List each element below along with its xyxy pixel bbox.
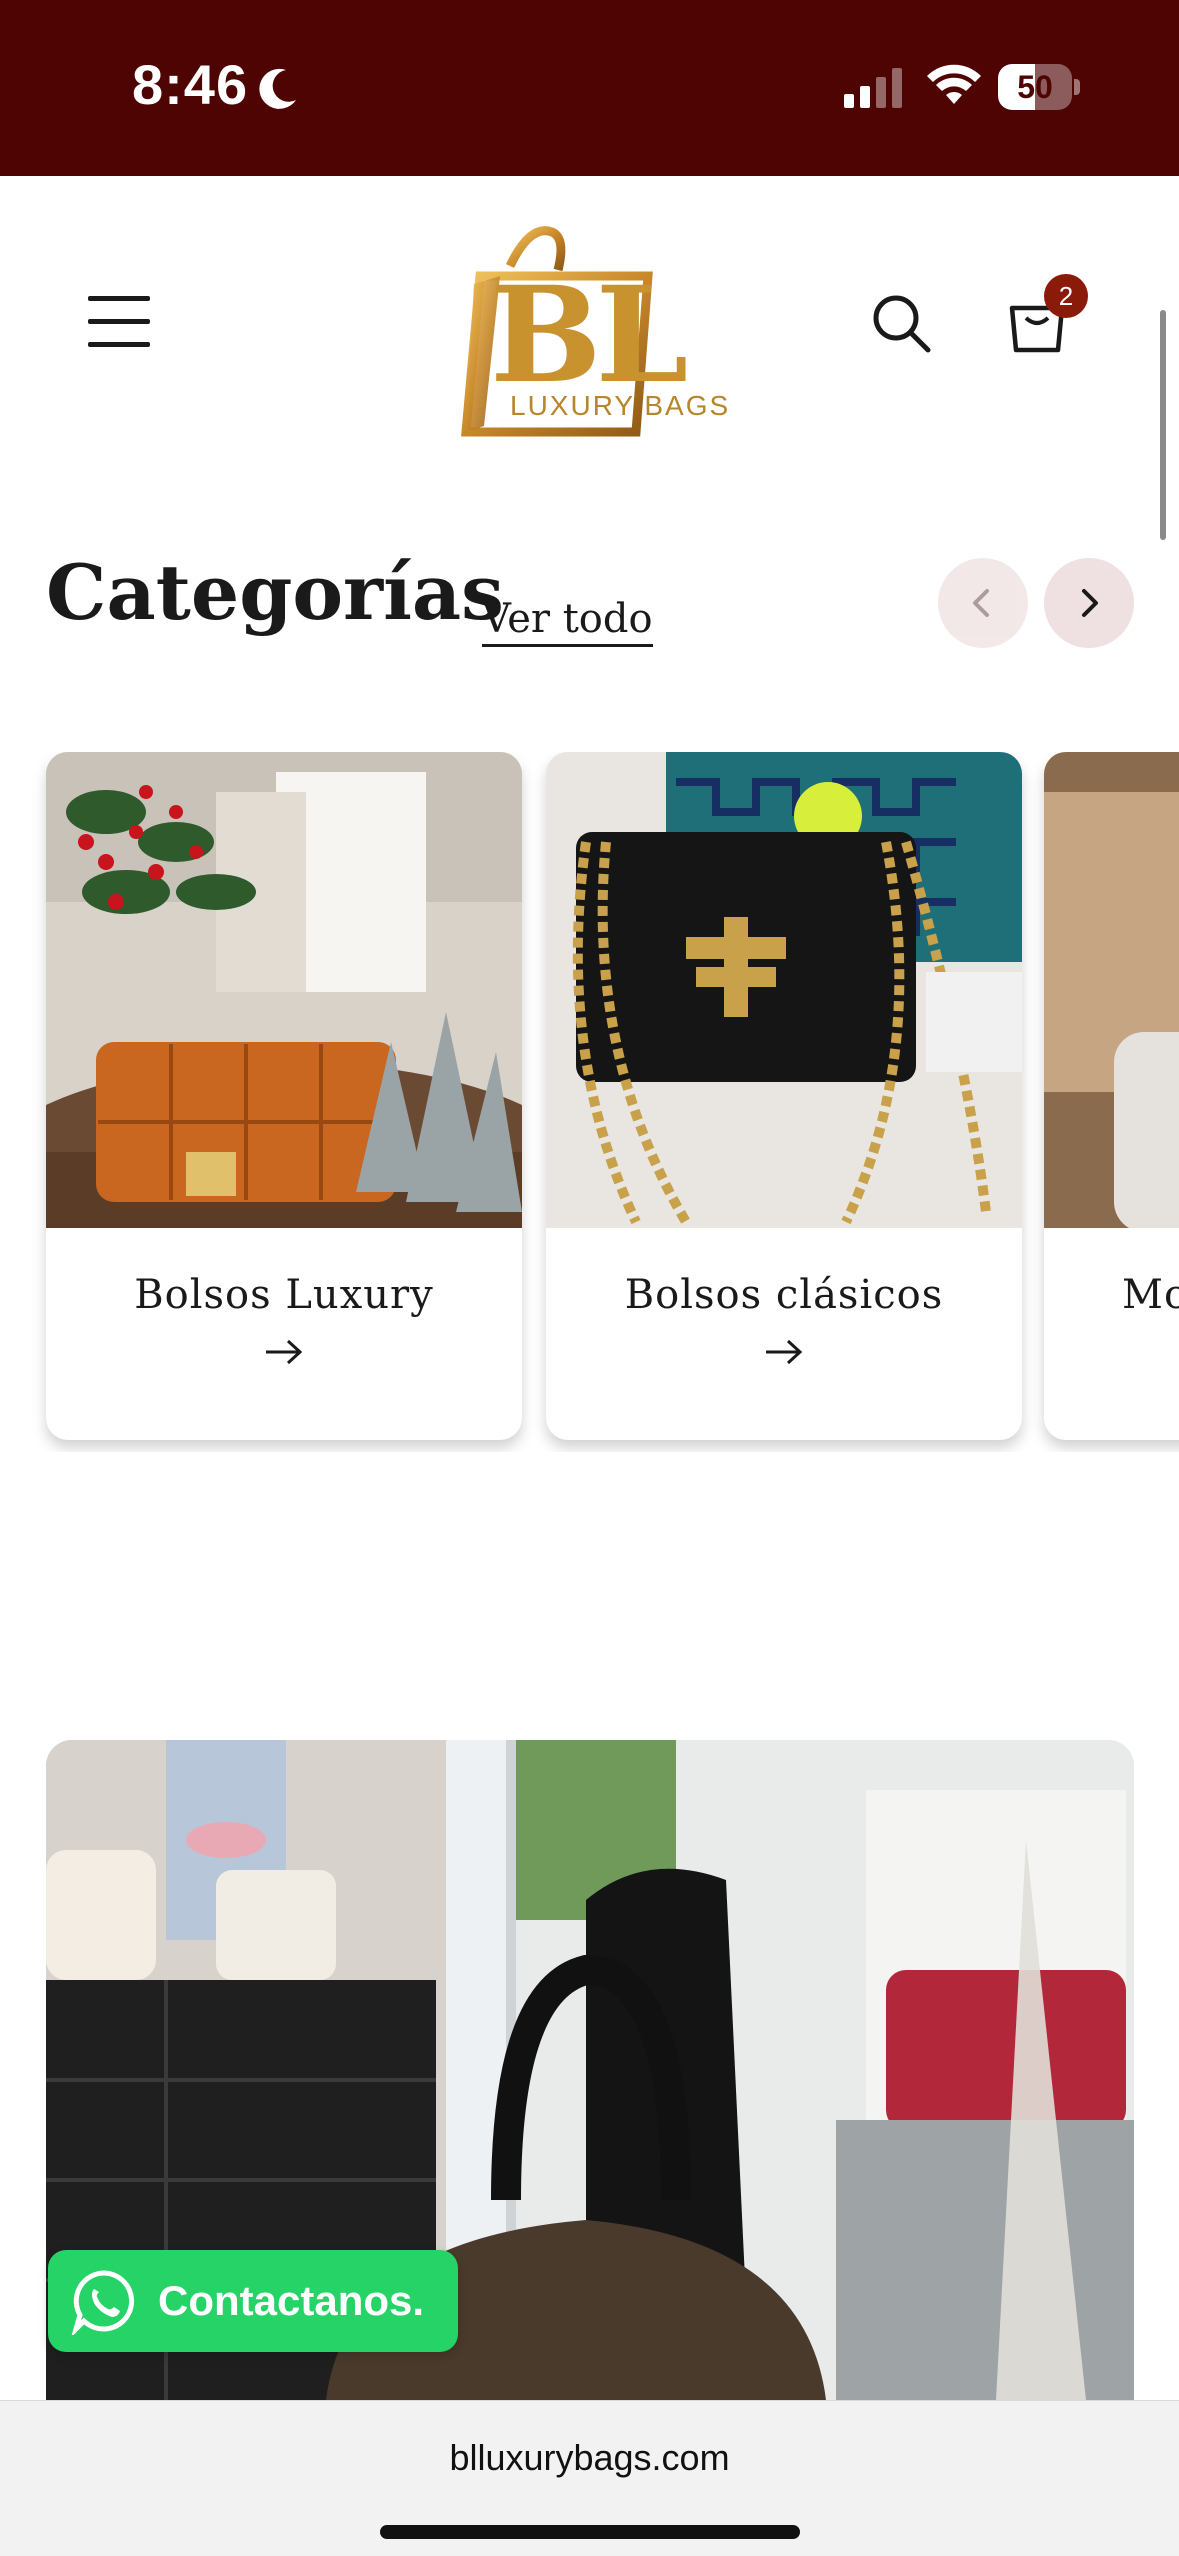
logo-subtitle: LUXURY BAGS [510, 390, 731, 421]
category-label: Bolsos Luxury [134, 1272, 434, 1318]
category-label: Mo [1122, 1272, 1179, 1318]
whatsapp-label: Contactanos. [158, 2277, 425, 2324]
carousel-prev-button[interactable] [938, 558, 1028, 648]
status-time: 8:46 [132, 53, 249, 116]
menu-icon[interactable] [88, 294, 150, 350]
search-icon[interactable] [870, 292, 932, 354]
category-card-partial[interactable]: Mo [1044, 752, 1179, 1440]
site-header: BL LUXURY BAGS 2 [0, 176, 1179, 496]
category-label: Bolsos clásicos [624, 1272, 944, 1318]
category-card-bolsos-clasicos[interactable]: Bolsos clásicos [546, 752, 1022, 1440]
arrow-right-icon [766, 1339, 803, 1365]
scroll-indicator [1160, 310, 1166, 540]
url-text: blluxurybags.com [449, 2437, 730, 2478]
logo-monogram: BL [490, 258, 688, 413]
battery-level: 50 [1017, 69, 1053, 105]
chevron-left-icon [973, 589, 989, 617]
category-image-bolsos-clasicos [546, 752, 1022, 1228]
category-image-bolsos-luxury [46, 752, 522, 1228]
view-all-link[interactable]: Ver todo [482, 596, 653, 647]
brand-logo[interactable]: BL LUXURY BAGS [440, 220, 730, 440]
battery-nub [1074, 79, 1080, 95]
category-image-partial [1044, 752, 1179, 1228]
categories-title: Categorías [46, 548, 504, 637]
carousel-next-button[interactable] [1044, 558, 1134, 648]
status-bar: 8:46 50 [0, 0, 1179, 176]
wifi-icon [927, 64, 981, 104]
cart-count-badge: 2 [1044, 274, 1088, 318]
moon-icon [259, 68, 296, 109]
arrow-right-icon [266, 1339, 303, 1365]
browser-url-bar[interactable]: blluxurybags.com [0, 2400, 1179, 2556]
chevron-right-icon [1082, 589, 1098, 617]
whatsapp-icon [71, 2270, 135, 2335]
home-indicator [380, 2525, 800, 2539]
cellular-signal-icon [844, 68, 902, 108]
whatsapp-contact-button[interactable]: Contactanos. [48, 2250, 458, 2352]
category-carousel[interactable]: Bolsos Luxury Bolsos clásicos Mo [0, 752, 1179, 1452]
category-card-bolsos-luxury[interactable]: Bolsos Luxury [46, 752, 522, 1440]
battery-icon: 50 [998, 64, 1080, 110]
